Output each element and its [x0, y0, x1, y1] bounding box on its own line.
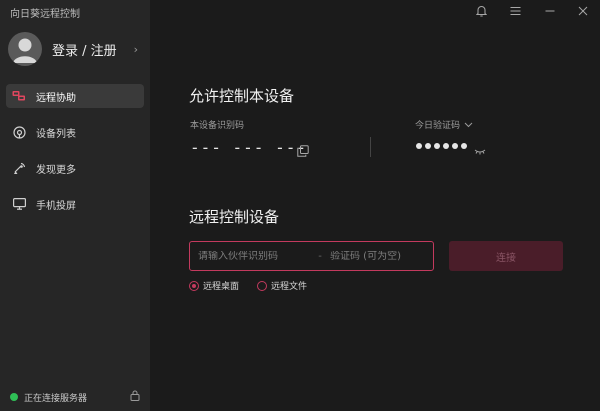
status-text: 正在连接服务器 [24, 393, 88, 404]
menu-button[interactable] [507, 3, 523, 19]
device-id-value: --- --- --- [190, 138, 307, 157]
menu-icon [510, 7, 520, 15]
code-dot [425, 143, 431, 149]
notification-bell-button[interactable] [473, 3, 489, 19]
login-register-button[interactable]: 登录 / 注册 › [8, 31, 142, 67]
radio-label: 远程桌面 [203, 282, 240, 292]
sidebar-item-label: 设备列表 [36, 128, 76, 140]
close-button[interactable] [575, 3, 591, 19]
code-dot [461, 143, 467, 149]
code-dot [416, 143, 422, 149]
device-list-icon [12, 125, 26, 139]
sidebar-item-label: 发现更多 [36, 164, 76, 176]
sidebar-item-discover-more[interactable]: 发现更多 [6, 156, 144, 180]
close-icon [578, 6, 588, 16]
code-dot [452, 143, 458, 149]
radio-remote-desktop[interactable]: 远程桌面 [189, 279, 239, 292]
sidebar-item-device-list[interactable]: 设备列表 [6, 120, 144, 144]
verify-code-input[interactable] [326, 250, 430, 262]
status-dot [10, 393, 18, 401]
discover-icon [12, 161, 26, 175]
minimize-button[interactable] [542, 3, 558, 19]
connect-input-group: - [189, 241, 434, 271]
radio-label: 远程文件 [271, 282, 308, 292]
login-register-label: 登录 / 注册 [52, 43, 117, 59]
device-id-label: 本设备识别码 [190, 121, 245, 131]
eye-closed-icon[interactable] [474, 142, 486, 155]
verify-code-dropdown[interactable]: 今日验证码 [415, 118, 473, 131]
chevron-right-icon: › [133, 42, 138, 56]
divider [370, 137, 371, 157]
screen-cast-icon [12, 197, 26, 211]
verify-code-masked [416, 143, 470, 149]
partner-id-input[interactable] [190, 250, 314, 262]
code-dot [434, 143, 440, 149]
chevron-down-icon [464, 122, 473, 127]
connect-button[interactable]: 连接 [449, 241, 563, 271]
bell-icon [475, 6, 487, 17]
lock-icon[interactable] [130, 390, 140, 404]
sidebar-item-label: 手机投屏 [36, 200, 76, 212]
remote-assist-icon [12, 89, 26, 103]
code-dot [443, 143, 449, 149]
copy-icon[interactable] [297, 142, 309, 157]
connection-status: 正在连接服务器 [10, 390, 140, 404]
remote-control-title: 远程控制设备 [189, 208, 280, 226]
verify-code-label: 今日验证码 [415, 121, 461, 131]
sidebar-nav: 远程协助 设备列表 发现更多 手机投屏 [6, 84, 144, 228]
app-title: 向日葵远程控制 [10, 9, 80, 20]
connect-mode-options: 远程桌面 远程文件 [189, 279, 325, 292]
radio-unchecked-icon [257, 280, 268, 291]
allow-control-title: 允许控制本设备 [189, 87, 295, 105]
radio-checked-icon [189, 280, 199, 291]
input-separator: - [318, 250, 322, 262]
user-avatar-icon [8, 32, 42, 66]
sidebar-item-screen-cast[interactable]: 手机投屏 [6, 192, 144, 216]
sidebar-item-remote-assist[interactable]: 远程协助 [6, 84, 144, 108]
minimize-icon [545, 10, 555, 12]
radio-remote-file[interactable]: 远程文件 [257, 279, 307, 292]
sidebar-item-label: 远程协助 [36, 92, 76, 104]
sidebar: 向日葵远程控制 登录 / 注册 › 远程协助 设备列表 发现更多 手机投屏 正在… [0, 0, 150, 411]
